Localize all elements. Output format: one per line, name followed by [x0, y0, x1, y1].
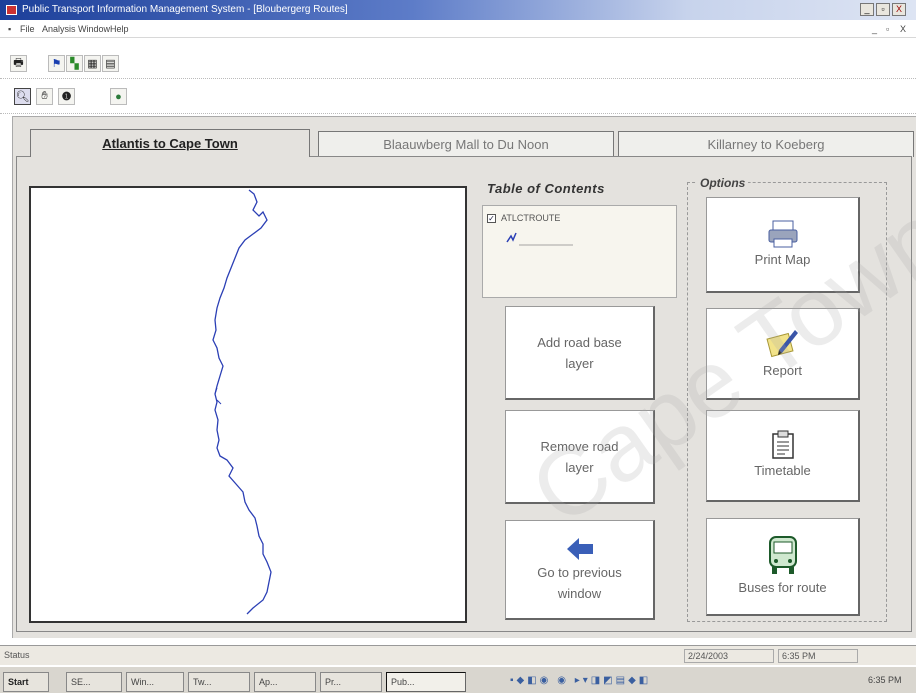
report-button[interactable]: Report: [706, 308, 860, 400]
child-close-button[interactable]: X: [900, 24, 906, 34]
map-toolbar: 🔍︎ ✋︎ ❶ ●: [0, 80, 916, 114]
info-icon[interactable]: ❶: [58, 88, 75, 105]
layer-name: ATLCTROUTE: [501, 213, 561, 223]
options-label: Options: [697, 176, 749, 190]
tray-icons[interactable]: ▪◆◧◉ ◉ ▸▾◨◩▤◆◧: [510, 675, 850, 689]
back-arrow-icon: [566, 537, 593, 560]
buses-for-route-button[interactable]: Buses for route: [706, 518, 860, 616]
menu-help[interactable]: Help: [110, 24, 129, 34]
add-road-label: Add road base layer: [537, 334, 622, 371]
grid-icon[interactable]: ▦: [84, 55, 101, 72]
status-time: 6:35 PM: [778, 649, 858, 663]
layer-checkbox[interactable]: ✓: [487, 214, 496, 223]
report-icon: [765, 330, 798, 358]
title-bar: Public Transport Information Management …: [0, 0, 916, 20]
taskbar-item-1[interactable]: SE...: [66, 672, 122, 692]
globe-icon[interactable]: ●: [110, 88, 127, 105]
taskbar-item-4[interactable]: Ap...: [254, 672, 316, 692]
remove-road-label: Remove road layer: [540, 438, 619, 475]
table-of-contents: ✓ ATLCTROUTE: [482, 205, 677, 298]
taskbar-clock: 6:35 PM: [868, 675, 902, 685]
toolbar: 🖶 ⚑ ▚ ▦ ▤: [0, 39, 916, 79]
status-label: Status: [4, 650, 30, 660]
zoom-icon[interactable]: 🔍︎: [14, 88, 31, 105]
toc-title: Table of Contents: [487, 181, 605, 196]
document-icon[interactable]: ▤: [102, 55, 119, 72]
map-view[interactable]: [29, 186, 467, 623]
print-map-label: Print Map: [754, 252, 811, 267]
print-map-button[interactable]: Print Map: [706, 197, 860, 293]
go-previous-window-button[interactable]: Go to previous window: [505, 520, 655, 620]
add-road-layer-button[interactable]: Add road base layer: [505, 306, 655, 400]
taskbar-item-2[interactable]: Win...: [126, 672, 184, 692]
app-icon: [6, 5, 17, 15]
child-window-icon[interactable]: ▪: [8, 24, 11, 34]
start-button[interactable]: Start: [3, 672, 49, 692]
printer-icon: [768, 220, 797, 248]
minimize-button[interactable]: _: [860, 3, 874, 16]
clipboard-icon: [771, 430, 794, 459]
timetable-button[interactable]: Timetable: [706, 410, 860, 502]
layer-icon[interactable]: ▚: [66, 55, 83, 72]
status-date: 2/24/2003: [684, 649, 774, 663]
maximize-button[interactable]: ▫: [876, 3, 890, 16]
taskbar-item-5[interactable]: Pr...: [320, 672, 382, 692]
tab-killarney-to-koeberg[interactable]: Killarney to Koeberg: [618, 131, 914, 157]
menu-file[interactable]: File: [20, 24, 35, 34]
status-bar: Status 2/24/2003 6:35 PM: [0, 645, 916, 665]
menu-analysis[interactable]: Analysis: [42, 24, 76, 34]
window-title: Public Transport Information Management …: [22, 4, 348, 15]
menu-window[interactable]: Window: [78, 24, 110, 34]
child-restore-button[interactable]: ▫: [886, 24, 889, 34]
close-button[interactable]: X: [892, 3, 906, 16]
tab-blaauwberg-to-du-noon[interactable]: Blaauwberg Mall to Du Noon: [318, 131, 614, 157]
layer-legend-icon: [506, 232, 573, 246]
taskbar-item-6[interactable]: Pub...: [386, 672, 466, 692]
buses-for-route-label: Buses for route: [738, 580, 827, 595]
child-minimize-button[interactable]: _: [872, 24, 877, 34]
print-icon[interactable]: 🖶: [10, 55, 27, 72]
report-label: Report: [762, 363, 803, 378]
pan-hand-icon[interactable]: ✋︎: [36, 88, 53, 105]
menu-bar: ▪ File Analysis Window Help _ ▫ X: [0, 20, 916, 38]
route-line: [212, 189, 272, 615]
flag-icon[interactable]: ⚑: [48, 55, 65, 72]
timetable-label: Timetable: [754, 463, 811, 478]
taskbar: Start SE... Win... Tw... Ap... Pr... Pub…: [0, 665, 916, 693]
tab-atlantis-to-cape-town[interactable]: Atlantis to Cape Town: [30, 129, 310, 157]
go-previous-label: Go to previous window: [537, 564, 622, 601]
bus-icon: [768, 536, 797, 574]
route-map: [212, 189, 272, 615]
taskbar-item-3[interactable]: Tw...: [188, 672, 250, 692]
remove-road-layer-button[interactable]: Remove road layer: [505, 410, 655, 504]
